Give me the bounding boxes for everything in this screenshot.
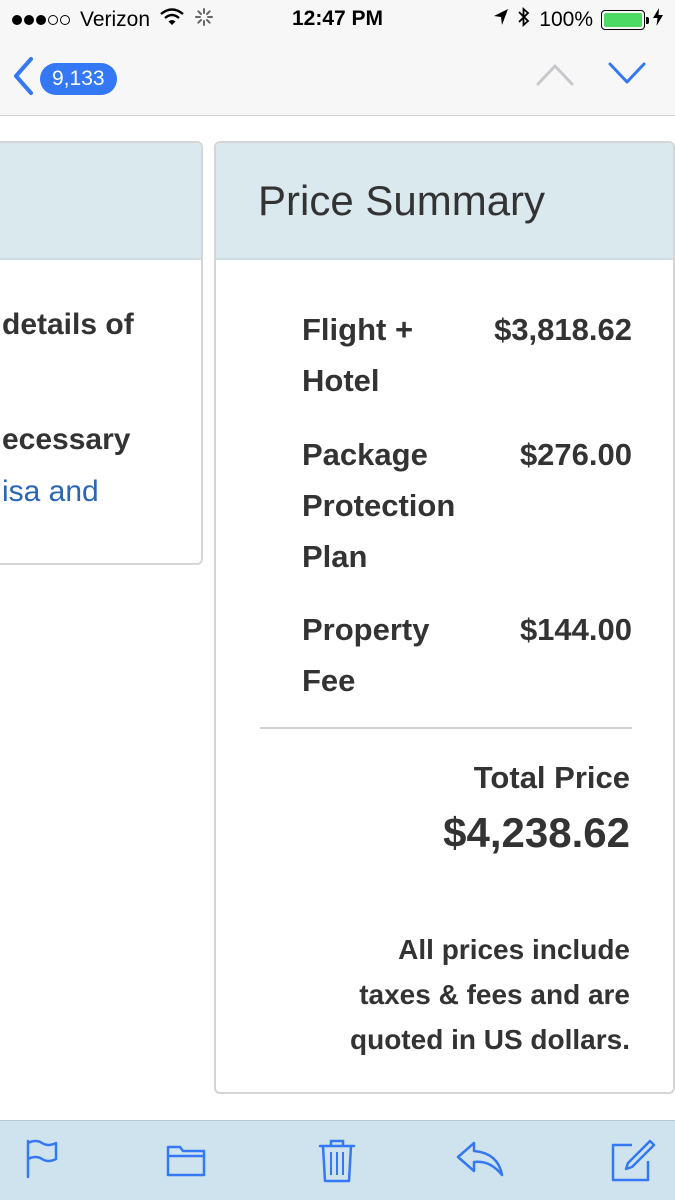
price-summary-card: Price Summary Flight + Hotel $3,818.62 P… <box>214 141 675 1094</box>
total-divider <box>260 727 632 729</box>
left-info-card: details of ecessary isa and <box>0 141 203 565</box>
move-to-folder-button[interactable] <box>166 1139 206 1184</box>
trash-icon <box>318 1139 356 1187</box>
total-price-label: Total Price <box>473 760 630 795</box>
charging-bolt-icon <box>653 8 663 32</box>
line-item-amount: $276.00 <box>519 437 632 472</box>
delete-button[interactable] <box>318 1139 356 1188</box>
line-item-amount: $144.00 <box>519 612 632 647</box>
left-card-text-line: details of <box>2 308 134 341</box>
price-summary-header: Price Summary <box>216 143 673 260</box>
flag-icon <box>24 1139 60 1183</box>
chevron-down-icon <box>608 62 646 90</box>
message-count-badge: 9,133 <box>40 62 117 95</box>
battery-icon <box>601 10 649 30</box>
status-right: 100% <box>485 6 663 33</box>
compose-button[interactable] <box>610 1139 656 1188</box>
mail-toolbar <box>0 1120 675 1200</box>
folder-icon <box>166 1145 206 1183</box>
price-summary-title: Price Summary <box>258 177 546 224</box>
email-body[interactable]: details of ecessary isa and Price Summar… <box>0 116 675 1120</box>
line-item-amount: $3,818.62 <box>494 312 632 347</box>
left-card-header <box>0 143 201 260</box>
compose-icon <box>610 1139 656 1187</box>
line-item-label: Flight + Hotel <box>302 312 414 398</box>
price-disclaimer: All prices include taxes & fees and are … <box>349 934 630 1055</box>
bluetooth-icon <box>517 6 531 33</box>
left-card-text-line: ecessary <box>2 423 131 456</box>
battery-percent: 100% <box>539 8 593 31</box>
location-arrow-icon <box>493 8 509 32</box>
line-item-label: Package Protection Plan <box>302 437 456 574</box>
mail-nav-bar: 9,133 <box>0 38 675 116</box>
back-button[interactable]: 9,133 <box>12 56 117 101</box>
chevron-left-icon <box>12 56 34 101</box>
battery-fill <box>604 13 642 27</box>
reply-button[interactable] <box>456 1139 504 1184</box>
line-item-label: Property Fee <box>302 612 430 698</box>
chevron-up-icon <box>536 64 574 90</box>
next-message-button[interactable] <box>608 62 646 91</box>
total-price-amount: $4,238.62 <box>443 809 630 856</box>
reply-icon <box>456 1141 504 1183</box>
status-bar: Verizon 12:47 PM 100% <box>0 0 675 38</box>
flag-button[interactable] <box>24 1139 60 1184</box>
previous-message-button[interactable] <box>536 62 574 91</box>
left-card-link[interactable]: isa and <box>2 475 99 509</box>
